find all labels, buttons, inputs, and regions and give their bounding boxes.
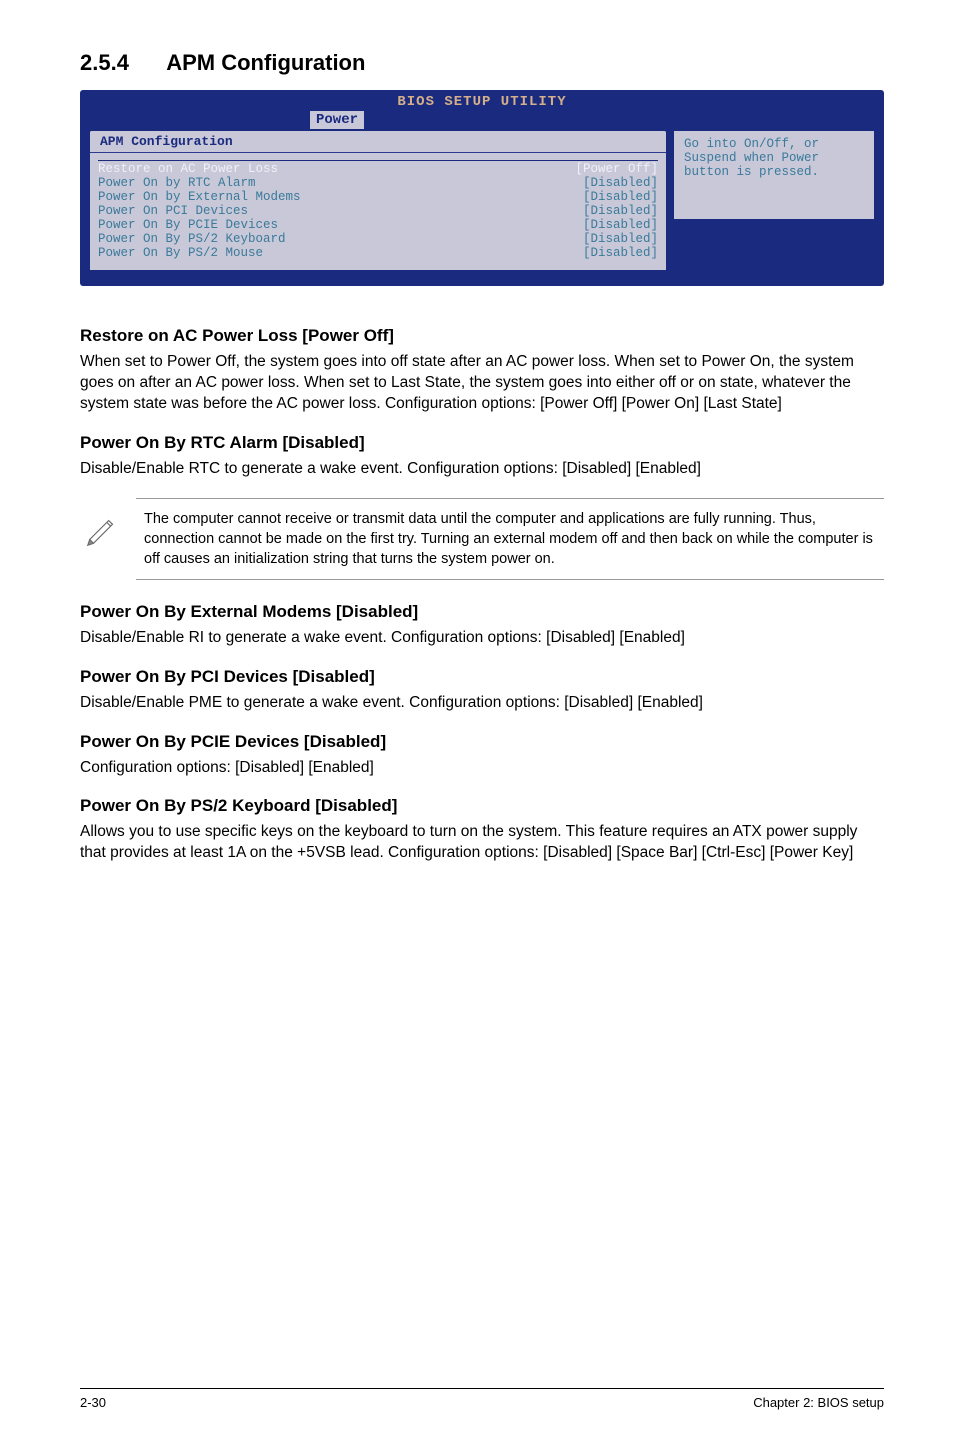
bios-item-value: [Disabled] [583,218,658,232]
bios-item-value: [Disabled] [583,204,658,218]
subheading-ext: Power On By External Modems [Disabled] [80,602,884,622]
subheading-rtc: Power On By RTC Alarm [Disabled] [80,433,884,453]
bios-item-label: Power On by RTC Alarm [98,176,256,190]
bios-item-label: Power On PCI Devices [98,204,248,218]
subheading-ps2: Power On By PS/2 Keyboard [Disabled] [80,796,884,816]
bios-help-text: Go into On/Off, or Suspend when Power bu… [674,131,874,219]
bios-item-value: [Disabled] [583,190,658,204]
footer-page-number: 2-30 [80,1395,106,1410]
body-rtc: Disable/Enable RTC to generate a wake ev… [80,459,884,480]
body-restore: When set to Power Off, the system goes i… [80,352,884,415]
bios-item-value: [Disabled] [583,246,658,260]
bios-item-value: [Disabled] [583,176,658,190]
bios-item-label: Power On By PCIE Devices [98,218,278,232]
bios-tab-power: Power [310,111,364,129]
section-number: 2.5.4 [80,50,129,76]
bios-screenshot: BIOS SETUP UTILITY Power APM Configurati… [80,90,884,286]
bios-item-label: Power On by External Modems [98,190,301,204]
body-ext: Disable/Enable RI to generate a wake eve… [80,628,884,649]
bios-item-value: [Disabled] [583,232,658,246]
bios-utility-title: BIOS SETUP UTILITY [80,90,884,110]
subheading-pci: Power On By PCI Devices [Disabled] [80,667,884,687]
subheading-restore: Restore on AC Power Loss [Power Off] [80,326,884,346]
page-footer: 2-30 Chapter 2: BIOS setup [80,1388,884,1410]
bios-curve-shadow [80,302,884,320]
bios-panel-title: APM Configuration [90,131,666,152]
bios-item-label: Power On By PS/2 Keyboard [98,232,286,246]
footer-chapter: Chapter 2: BIOS setup [753,1395,884,1410]
pencil-icon [84,511,122,554]
note-text: The computer cannot receive or transmit … [144,509,880,569]
body-pcie: Configuration options: [Disabled] [Enabl… [80,758,884,779]
body-ps2: Allows you to use specific keys on the k… [80,822,884,864]
subheading-pcie: Power On By PCIE Devices [Disabled] [80,732,884,752]
bios-item-value: [Power Off] [575,162,658,176]
body-pci: Disable/Enable PME to generate a wake ev… [80,693,884,714]
bios-item-label: Power On By PS/2 Mouse [98,246,263,260]
section-header: 2.5.4 APM Configuration [80,50,884,76]
bios-item-label: Restore on AC Power Loss [98,162,278,176]
section-title-text: APM Configuration [166,50,365,75]
note-box: The computer cannot receive or transmit … [136,498,884,580]
